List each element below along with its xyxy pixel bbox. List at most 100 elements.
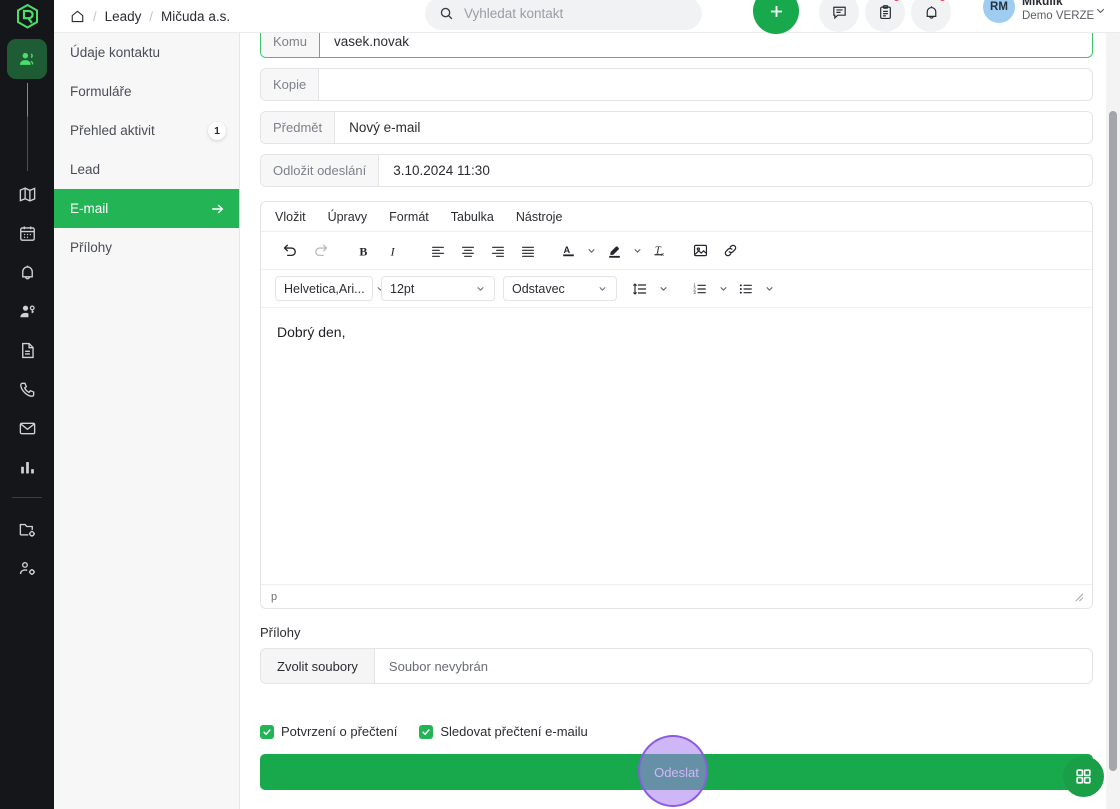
chevron-down-icon[interactable] — [583, 245, 599, 256]
menu-upravy[interactable]: Úpravy — [328, 210, 368, 224]
search-input[interactable]: Vyhledat kontakt — [425, 0, 702, 30]
mail-icon[interactable] — [0, 409, 54, 448]
chat-icon[interactable] — [819, 0, 859, 32]
chevron-down-icon — [475, 283, 486, 294]
search-placeholder: Vyhledat kontakt — [464, 6, 563, 21]
sidebar-item-email[interactable]: E-mail — [54, 189, 239, 228]
rich-text-editor: Vložit Úpravy Formát Tabulka Nástroje B — [260, 201, 1093, 609]
chevron-down-icon[interactable] — [629, 245, 645, 256]
breadcrumb-leady[interactable]: Leady — [105, 9, 142, 24]
file-input-row[interactable]: Zvolit soubory Soubor nevybrán — [260, 648, 1093, 684]
add-button[interactable] — [753, 0, 799, 34]
highlight-color-icon[interactable] — [599, 236, 629, 266]
file-status-text: Soubor nevybrán — [375, 649, 502, 683]
user-name: Mikulík — [1022, 0, 1063, 8]
rail-item-contacts[interactable] — [7, 39, 47, 79]
font-family-select[interactable]: Helvetica,Ari... — [275, 276, 373, 301]
field-row-komu[interactable]: Komu vasek.novak — [260, 33, 1093, 58]
sidebar-item-label: Přílohy — [70, 240, 112, 255]
resize-grip-icon[interactable] — [1073, 591, 1084, 602]
undo-icon[interactable] — [275, 236, 305, 266]
apps-grid-icon[interactable] — [1063, 756, 1104, 797]
field-row-predmet[interactable]: Předmět Nový e-mail — [260, 111, 1093, 144]
sidebar-item-label: Přehled aktivit — [70, 123, 155, 138]
recipient-input[interactable]: vasek.novak — [320, 33, 1092, 57]
line-height-icon[interactable] — [625, 274, 655, 304]
sidebar-item-lead[interactable]: Lead — [54, 150, 239, 189]
chevron-down-icon[interactable] — [761, 283, 777, 294]
block-format-select[interactable]: Odstavec — [503, 276, 617, 301]
svg-text:A: A — [563, 245, 570, 255]
font-size-select[interactable]: 12pt — [381, 276, 495, 301]
map-icon[interactable] — [0, 175, 54, 214]
field-row-odlozit-odeslani[interactable]: Odložit odeslání 3.10.2024 11:30 — [260, 154, 1093, 187]
italic-icon[interactable]: I — [379, 236, 409, 266]
sidebar-item-udaje-kontaktu[interactable]: Údaje kontaktu — [54, 33, 239, 72]
chart-icon[interactable] — [0, 448, 54, 487]
scrollbar-thumb[interactable] — [1109, 111, 1117, 771]
user-subtitle: Demo VERZE — [1022, 10, 1094, 22]
user-key-icon[interactable] — [0, 292, 54, 331]
document-icon[interactable] — [0, 331, 54, 370]
clipboard-icon[interactable] — [865, 0, 905, 32]
editor-menubar: Vložit Úpravy Formát Tabulka Nástroje — [261, 202, 1092, 232]
editor-toolbar-row-1: B I A — [261, 232, 1092, 270]
sidebar-item-label: Lead — [70, 162, 100, 177]
sidebar-item-formulare[interactable]: Formuláře — [54, 72, 239, 111]
schedule-input[interactable]: 3.10.2024 11:30 — [379, 155, 1092, 186]
avatar[interactable]: RM — [983, 0, 1015, 23]
font-size-value: 12pt — [390, 282, 414, 296]
checkbox-checked-icon — [419, 725, 433, 739]
top-header: / Leady / Mičuda a.s. Vyhledat kontakt R… — [54, 0, 1120, 33]
align-left-icon[interactable] — [423, 236, 453, 266]
send-button[interactable]: Odeslat — [260, 754, 1093, 790]
attachments-label: Přílohy — [260, 625, 1113, 640]
checkbox-read-receipt[interactable]: Potvrzení o přečtení — [260, 724, 397, 739]
sidebar-item-prehled-aktivit[interactable]: Přehled aktivit 1 — [54, 111, 239, 150]
search-icon — [439, 6, 454, 21]
editor-toolbar-row-2: Helvetica,Ari... 12pt Odstavec — [261, 270, 1092, 308]
checkbox-track-open[interactable]: Sledovat přečtení e-mailu — [419, 724, 587, 739]
cc-input[interactable] — [319, 69, 1092, 100]
editor-element-path: p — [271, 591, 277, 603]
user-settings-icon[interactable] — [0, 549, 54, 588]
choose-files-button[interactable]: Zvolit soubory — [261, 649, 375, 683]
align-justify-icon[interactable] — [513, 236, 543, 266]
align-right-icon[interactable] — [483, 236, 513, 266]
bullet-list-icon[interactable] — [731, 274, 761, 304]
editor-body[interactable]: Dobrý den, — [261, 308, 1092, 584]
home-icon[interactable] — [70, 9, 85, 24]
bold-icon[interactable]: B — [349, 236, 379, 266]
notification-badge — [892, 0, 901, 2]
bell-icon[interactable] — [911, 0, 951, 32]
sidebar-item-label: Údaje kontaktu — [70, 45, 160, 60]
ordered-list-icon[interactable]: 123 — [685, 274, 715, 304]
field-row-kopie[interactable]: Kopie — [260, 68, 1093, 101]
chevron-down-icon[interactable] — [655, 283, 671, 294]
chevron-down-icon — [597, 283, 608, 294]
app-logo-icon[interactable] — [0, 0, 54, 33]
bell-icon[interactable] — [0, 253, 54, 292]
align-center-icon[interactable] — [453, 236, 483, 266]
menu-vlozit[interactable]: Vložit — [275, 210, 306, 224]
clear-format-icon[interactable]: Tx — [645, 236, 675, 266]
calendar-icon[interactable] — [0, 214, 54, 253]
breadcrumb-separator: / — [93, 9, 97, 24]
folder-settings-icon[interactable] — [0, 510, 54, 549]
text-color-icon[interactable]: A — [553, 236, 583, 266]
page-scrollbar[interactable] — [1106, 33, 1120, 809]
app-root: Údaje kontaktu Formuláře Přehled aktivit… — [0, 0, 1120, 809]
chevron-down-icon[interactable] — [715, 283, 731, 294]
sidebar-item-prilohy[interactable]: Přílohy — [54, 228, 239, 267]
subject-input[interactable]: Nový e-mail — [335, 112, 1092, 143]
menu-format[interactable]: Formát — [389, 210, 429, 224]
arrow-right-icon — [209, 200, 226, 217]
chevron-down-icon[interactable] — [1094, 4, 1107, 22]
redo-icon[interactable] — [305, 236, 335, 266]
insert-image-icon[interactable] — [685, 236, 715, 266]
menu-nastroje[interactable]: Nástroje — [516, 210, 563, 224]
phone-icon[interactable] — [0, 370, 54, 409]
breadcrumb-company[interactable]: Mičuda a.s. — [161, 9, 230, 24]
menu-tabulka[interactable]: Tabulka — [451, 210, 494, 224]
insert-link-icon[interactable] — [715, 236, 745, 266]
